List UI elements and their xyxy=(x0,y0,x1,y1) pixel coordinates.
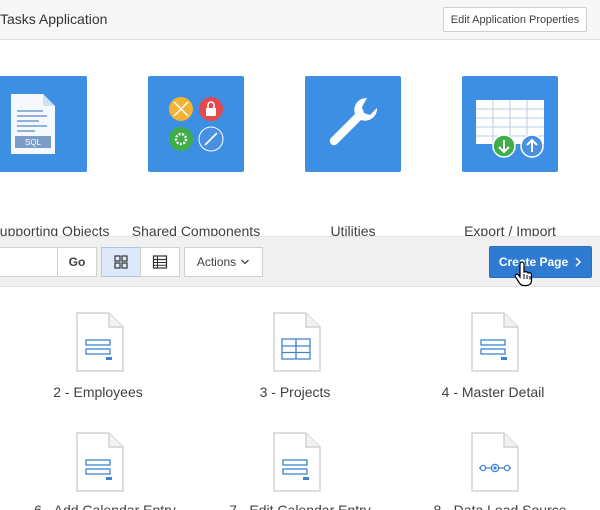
export-import-icon xyxy=(476,100,544,158)
create-page-button[interactable]: Create Page xyxy=(489,246,592,278)
tile-utilities[interactable] xyxy=(305,76,401,172)
app-header: Tasks Application Edit Application Prope… xyxy=(0,0,600,40)
actions-label: Actions xyxy=(196,255,237,269)
application-tiles: SQL Supporting Objects Shared Components… xyxy=(0,40,600,239)
report-page-icon xyxy=(273,312,321,372)
pages-toolbar: Go Actions Create Page xyxy=(0,236,600,287)
form-page-icon xyxy=(76,312,124,372)
shared-components-icon xyxy=(169,97,224,152)
tile-supporting-objects[interactable]: SQL xyxy=(0,76,87,172)
tile-shared-components[interactable] xyxy=(148,76,244,172)
page-label[interactable]: 3 - Projects xyxy=(195,384,395,400)
grid-view-icon xyxy=(114,255,128,269)
page-label[interactable]: 4 - Master Detail xyxy=(393,384,593,400)
form-page-icon xyxy=(76,432,124,492)
page-label[interactable]: 6 - Add Calendar Entry xyxy=(5,502,205,510)
page-label[interactable]: 2 - Employees xyxy=(0,384,198,400)
svg-text:SQL: SQL xyxy=(25,138,42,147)
table-view-icon xyxy=(152,255,168,269)
page-title: Tasks Application xyxy=(0,11,108,27)
page-label[interactable]: 7 - Edit Calendar Entry xyxy=(200,502,400,510)
icon-view-button[interactable] xyxy=(101,247,141,277)
wrench-icon xyxy=(329,97,378,146)
chevron-right-icon xyxy=(575,257,582,267)
tile-export-import[interactable] xyxy=(462,76,558,172)
form-page-icon xyxy=(273,432,321,492)
actions-menu-button[interactable]: Actions xyxy=(184,247,263,277)
sql-script-icon: SQL xyxy=(11,94,55,154)
form-page-icon xyxy=(471,312,519,372)
report-view-button[interactable] xyxy=(140,247,180,277)
chevron-down-icon xyxy=(241,259,250,265)
wizard-page-icon xyxy=(471,432,519,492)
search-input[interactable] xyxy=(0,247,57,277)
hand-cursor-icon xyxy=(514,262,533,287)
edit-application-properties-button[interactable]: Edit Application Properties xyxy=(443,7,587,32)
page-label[interactable]: 8 - Data Load Source xyxy=(400,502,600,510)
go-button[interactable]: Go xyxy=(57,247,97,277)
